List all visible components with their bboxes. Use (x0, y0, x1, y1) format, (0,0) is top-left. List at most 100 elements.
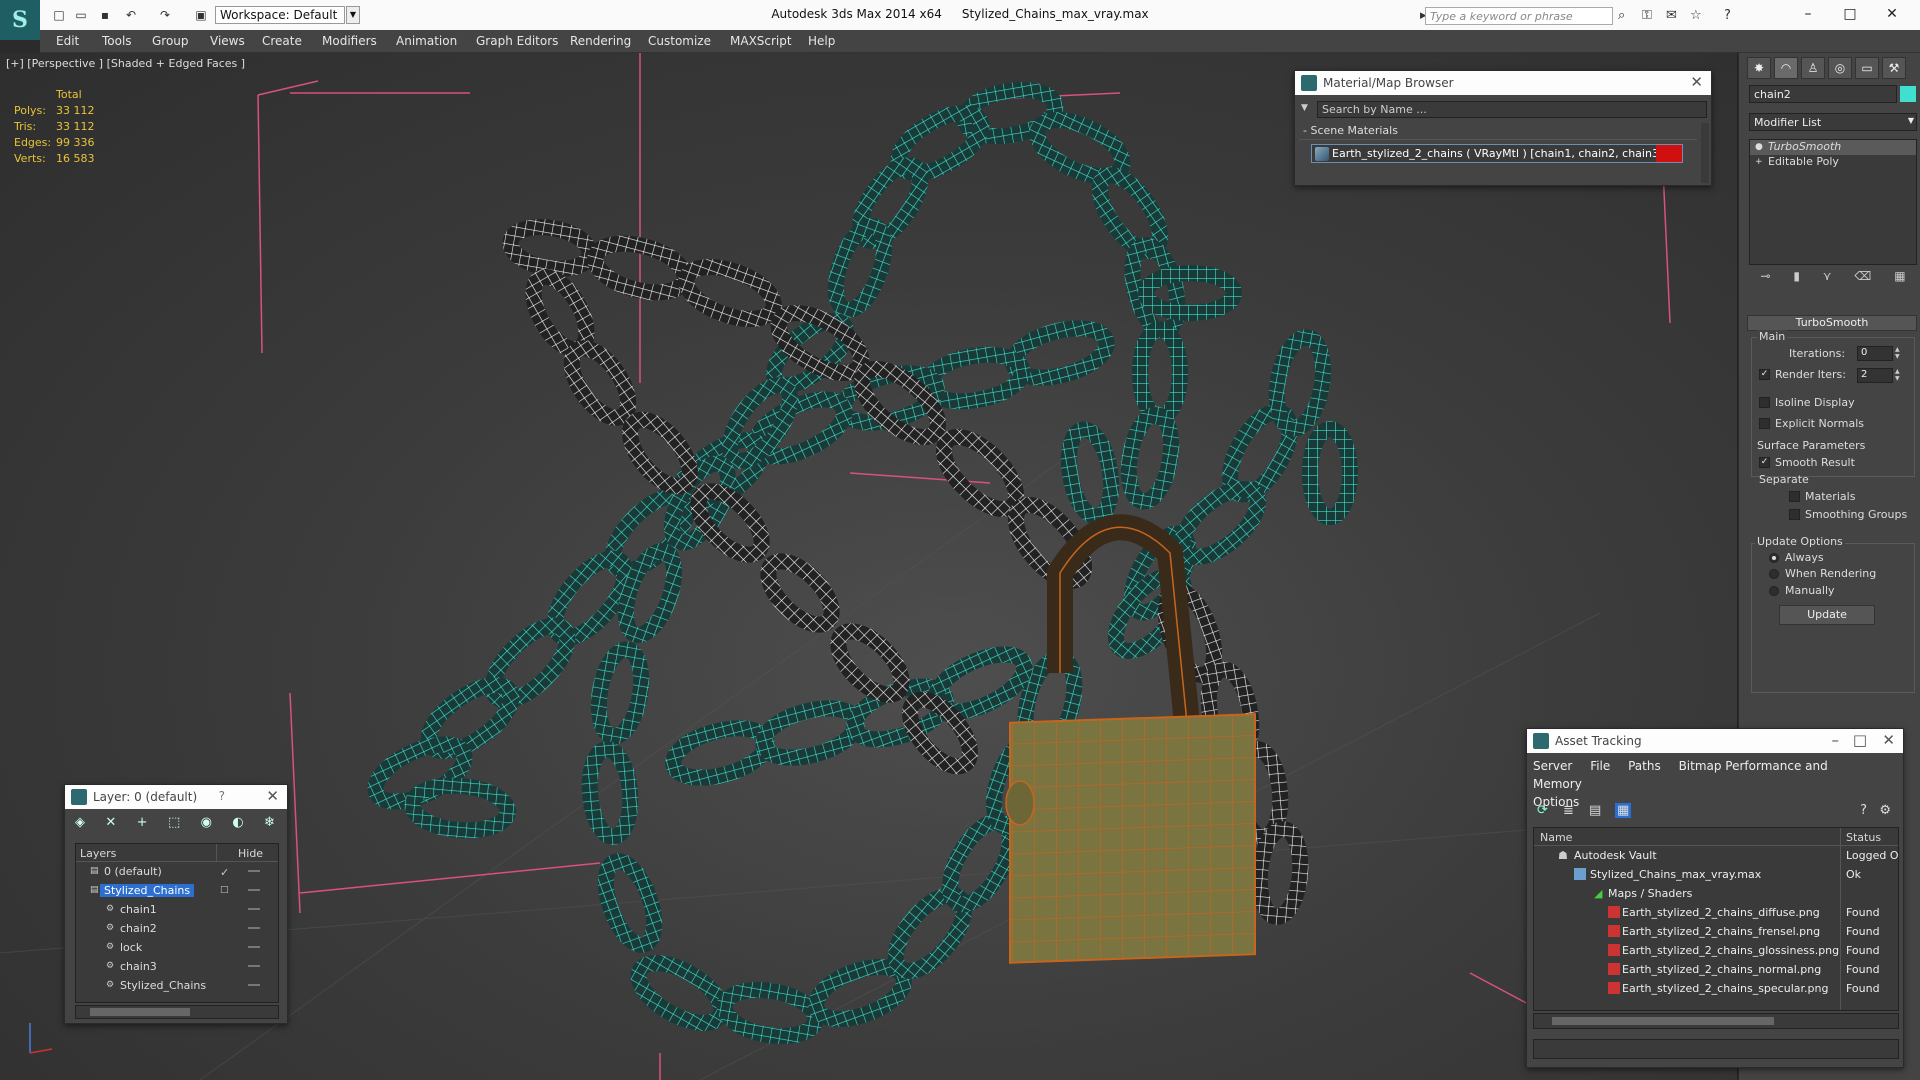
hierarchy-tab-icon[interactable]: ♙ (1801, 57, 1825, 79)
favorites-star-icon[interactable]: ☆ (1690, 8, 1702, 23)
manually-radio[interactable] (1769, 586, 1779, 596)
new-file-icon[interactable]: □ (50, 7, 68, 23)
menu-server[interactable]: Server (1533, 759, 1572, 773)
materials-checkbox[interactable] (1789, 491, 1800, 502)
show-end-result-icon[interactable]: ▮ (1793, 269, 1800, 291)
hide-toggle[interactable] (248, 984, 260, 986)
menu-help[interactable]: Help (808, 34, 835, 48)
help-icon[interactable]: ? (219, 789, 225, 803)
menu-animation[interactable]: Animation (396, 34, 457, 48)
select-objects-icon[interactable]: ⬚ (168, 815, 180, 835)
asset-tracking-titlebar[interactable]: Asset Tracking – □ ✕ (1527, 729, 1903, 753)
stack-item-turbosmooth[interactable]: ● TurboSmooth (1750, 140, 1916, 155)
grid-view-icon[interactable]: ▦ (1615, 803, 1632, 818)
freeze-all-icon[interactable]: ❄ (264, 815, 275, 835)
layer-row[interactable]: ▤ 0 (default) ✓ (76, 862, 278, 881)
refresh-icon[interactable]: ⟳ (1537, 803, 1548, 818)
smooth-result-checkbox[interactable]: ✓ (1759, 457, 1770, 468)
maximize-button[interactable]: □ (1840, 4, 1860, 24)
delete-layer-icon[interactable]: ✕ (105, 815, 116, 835)
layer-object-row[interactable]: ⚙ lock (76, 938, 278, 957)
layer-row[interactable]: ▤ Stylized_Chains □ (76, 881, 278, 900)
display-tab-icon[interactable]: ▭ (1855, 57, 1879, 79)
layer-object-row[interactable]: ⚙ chain1 (76, 900, 278, 919)
update-button[interactable]: Update (1779, 605, 1875, 625)
layer-object-row[interactable]: ⚙ chain3 (76, 957, 278, 976)
object-color-swatch[interactable] (1900, 86, 1916, 102)
horizontal-scrollbar[interactable] (75, 1005, 279, 1019)
status-column-header[interactable]: Status (1846, 831, 1881, 844)
iterations-spinner[interactable]: 0 (1857, 346, 1893, 361)
list-view-icon[interactable]: ≣ (1563, 803, 1574, 818)
pin-stack-icon[interactable]: ⊸ (1760, 269, 1770, 291)
keyword-search-input[interactable]: Type a keyword or phrase (1425, 7, 1613, 25)
asset-row[interactable]: Earth_stylized_2_chains_glossiness.png Fo… (1534, 941, 1898, 960)
project-folder-icon[interactable]: ▣ (192, 7, 210, 23)
menu-graph-editors[interactable]: Graph Editors (476, 34, 558, 48)
hide-column-header[interactable]: Hide (238, 847, 263, 860)
close-icon[interactable]: ✕ (266, 787, 279, 805)
set-active-icon[interactable]: □ (220, 885, 230, 895)
asset-row[interactable]: Earth_stylized_2_chains_specular.png Foun… (1534, 979, 1898, 998)
utilities-tab-icon[interactable]: ⚒ (1882, 57, 1906, 79)
spinner-arrows-icon[interactable]: ▲ ▼ (1895, 368, 1903, 383)
menu-maxscript[interactable]: MAXScript (730, 34, 792, 48)
add-to-layer-icon[interactable]: + (137, 815, 148, 835)
configure-sets-icon[interactable]: ▦ (1894, 269, 1905, 291)
help-icon[interactable]: ? (1860, 803, 1867, 818)
viewport-label[interactable]: [+] [Perspective ] [Shaded + Edged Faces… (6, 57, 245, 70)
workspace-dropdown[interactable]: Workspace: Default (215, 6, 345, 24)
open-file-icon[interactable]: ▭ (72, 7, 90, 23)
hide-toggle[interactable] (248, 965, 260, 967)
explicit-normals-checkbox[interactable] (1759, 418, 1770, 429)
layers-column-header[interactable]: Layers (80, 847, 116, 860)
when-rendering-radio[interactable] (1769, 569, 1779, 579)
close-icon[interactable]: ✕ (1690, 73, 1703, 91)
subscription-icon[interactable]: ⚿ (1642, 8, 1652, 23)
scrollbar-thumb[interactable] (1552, 1017, 1774, 1025)
turbosmooth-rollout-header[interactable]: TurboSmooth (1747, 315, 1917, 331)
hide-toggle[interactable] (248, 927, 260, 929)
scrollbar-thumb[interactable] (90, 1008, 190, 1016)
layer-manager-titlebar[interactable]: Layer: 0 (default) ? ✕ (65, 785, 287, 809)
object-name-field[interactable]: chain2 (1749, 85, 1897, 103)
menu-views[interactable]: Views (210, 34, 245, 48)
minimize-icon[interactable]: – (1832, 731, 1840, 749)
menu-file[interactable]: File (1590, 759, 1610, 773)
material-browser-titlebar[interactable]: Material/Map Browser ✕ (1295, 71, 1711, 95)
asset-row[interactable]: Stylized_Chains_max_vray.max Ok (1534, 865, 1898, 884)
asset-row[interactable]: ◢ Maps / Shaders (1534, 884, 1898, 903)
new-layer-icon[interactable]: ◈ (75, 815, 85, 835)
render-iters-checkbox[interactable]: ✓ (1759, 369, 1770, 380)
workspace-arrow-icon[interactable]: ▼ (346, 6, 360, 24)
communication-icon[interactable]: ✉ (1666, 8, 1677, 23)
smoothing-groups-checkbox[interactable] (1789, 509, 1800, 520)
remove-modifier-icon[interactable]: ⌫ (1854, 269, 1871, 291)
settings-icon[interactable]: ⚙ (1879, 803, 1891, 818)
hide-toggle[interactable] (248, 908, 260, 910)
menu-edit[interactable]: Edit (56, 34, 79, 48)
scene-materials-section[interactable]: - Scene Materials (1299, 124, 1697, 140)
menu-rendering[interactable]: Rendering (570, 34, 631, 48)
highlight-layer-icon[interactable]: ◉ (201, 815, 212, 835)
maximize-icon[interactable]: □ (1853, 731, 1867, 749)
motion-tab-icon[interactable]: ◎ (1828, 57, 1852, 79)
always-radio[interactable] (1769, 553, 1779, 563)
menu-tools[interactable]: Tools (102, 34, 132, 48)
horizontal-scrollbar[interactable] (1533, 1013, 1899, 1029)
table-view-icon[interactable]: ▤ (1589, 803, 1601, 818)
spinner-arrows-icon[interactable]: ▲ ▼ (1895, 346, 1903, 361)
expand-icon[interactable]: + (1755, 157, 1763, 167)
asset-row[interactable]: Earth_stylized_2_chains_normal.png Found (1534, 960, 1898, 979)
close-button[interactable]: ✕ (1882, 4, 1902, 24)
hide-all-icon[interactable]: ◐ (232, 815, 243, 835)
render-iters-spinner[interactable]: 2 (1857, 368, 1893, 383)
binoculars-icon[interactable]: ⌕ (1618, 8, 1625, 23)
scrollbar[interactable] (1701, 123, 1709, 183)
layer-object-row[interactable]: ⚙ Stylized_Chains (76, 976, 278, 995)
minimize-button[interactable]: – (1798, 4, 1818, 24)
app-menu-button[interactable]: S (0, 0, 40, 40)
layer-object-row[interactable]: ⚙ chain2 (76, 919, 278, 938)
menu-customize[interactable]: Customize (648, 34, 711, 48)
lightbulb-icon[interactable]: ● (1755, 142, 1763, 152)
